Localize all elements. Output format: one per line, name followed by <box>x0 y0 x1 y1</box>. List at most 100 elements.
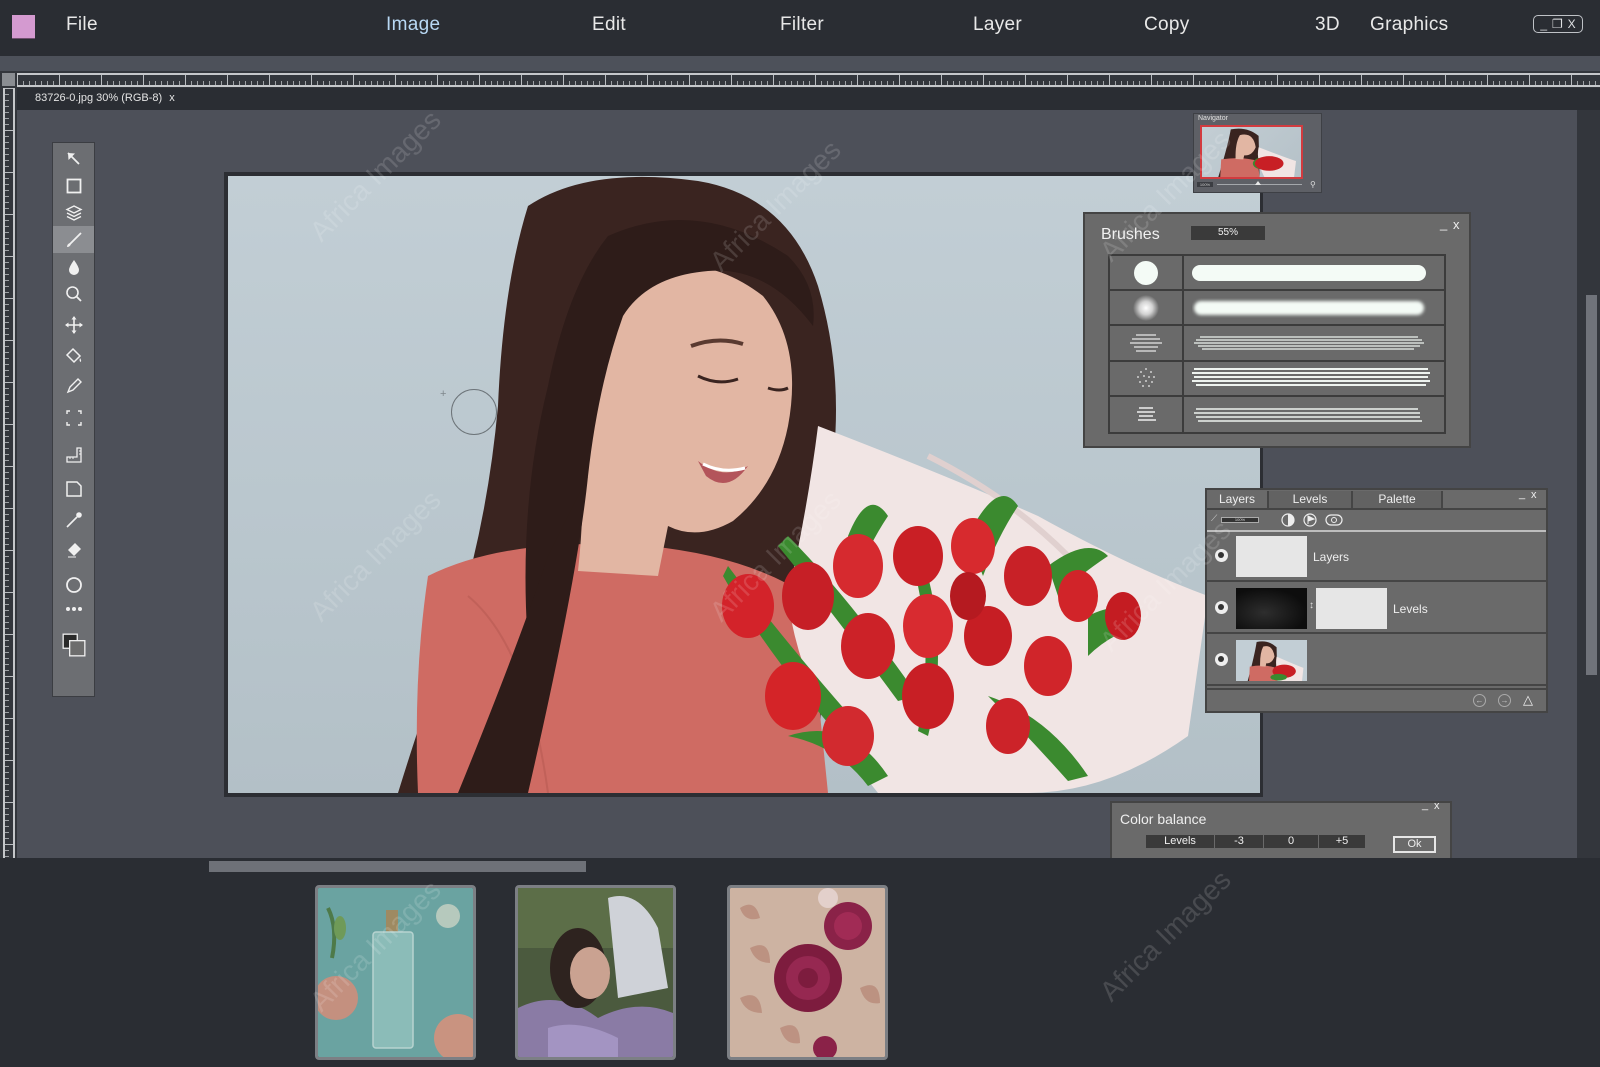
visibility-eye-icon[interactable] <box>1215 601 1228 614</box>
lavender-woman-image <box>518 888 673 1057</box>
tool-paint-bucket[interactable] <box>53 342 94 369</box>
hard-round-tip-icon <box>1134 260 1158 285</box>
arrow-icon <box>66 151 80 165</box>
crosshair-icon: + <box>440 388 447 400</box>
pen-icon <box>66 377 82 393</box>
tool-layers[interactable] <box>53 199 94 226</box>
navigator-title: Navigator <box>1198 115 1228 122</box>
filmstrip-thumbnail-perfume[interactable] <box>315 885 476 1060</box>
tool-move[interactable] <box>53 311 94 338</box>
navigator-zoom-field[interactable]: 100% <box>1197 182 1213 187</box>
tab-palette[interactable]: Palette <box>1353 491 1443 508</box>
minimize-color-balance-button[interactable]: _ <box>1422 799 1428 811</box>
tab-levels[interactable]: Levels <box>1269 491 1353 508</box>
photo-editor-window: File Image Edit Filter Layer Copy 3D Gra… <box>0 0 1600 1067</box>
tab-layers[interactable]: Layers <box>1207 491 1269 508</box>
vertical-scrollbar-thumb[interactable] <box>1586 295 1597 675</box>
previous-layer-icon[interactable]: ← <box>1473 694 1486 707</box>
fx-icon[interactable] <box>1303 513 1317 527</box>
close-document-button[interactable]: x <box>169 92 175 104</box>
drop-icon <box>68 259 79 275</box>
brush-preset-list <box>1108 254 1446 434</box>
tool-eyedropper[interactable] <box>53 506 94 533</box>
tool-colors[interactable] <box>53 629 94 661</box>
brushes-panel: Brushes 55% _ x <box>1083 212 1471 448</box>
tool-rectangle[interactable] <box>53 172 94 199</box>
note-icon <box>65 480 82 497</box>
eraser-icon <box>67 542 81 557</box>
tool-eraser[interactable] <box>53 536 94 563</box>
menu-layer[interactable]: Layer <box>973 14 1022 36</box>
layer-thumbnail <box>1236 640 1307 681</box>
link-layers-icon[interactable] <box>1325 513 1343 527</box>
tool-ellipse[interactable] <box>53 571 94 598</box>
tool-more[interactable] <box>53 595 94 622</box>
layers-panel: Layers Levels Palette _ x ⟋ 100% Layers … <box>1205 488 1548 713</box>
brush-preset-lines[interactable] <box>1110 396 1444 432</box>
layer-row-levels[interactable]: ↕ Levels <box>1207 584 1546 634</box>
menu-3d[interactable]: 3D <box>1315 14 1340 36</box>
menu-copy[interactable]: Copy <box>1144 14 1190 36</box>
minimize-window-button[interactable]: _ <box>1540 18 1547 30</box>
level-value-3[interactable]: +5 <box>1319 835 1365 848</box>
horizontal-scrollbar-thumb[interactable] <box>209 861 586 872</box>
navigator-zoom-knob[interactable] <box>1254 181 1261 185</box>
close-color-balance-button[interactable]: x <box>1434 800 1440 812</box>
tool-blur[interactable] <box>53 253 94 280</box>
layer-name: Layers <box>1313 550 1350 564</box>
layer-row-layers[interactable]: Layers <box>1207 532 1546 582</box>
layer-mask-thumbnail <box>1316 588 1387 629</box>
navigator-thumbnail <box>1218 128 1297 177</box>
visibility-eye-icon[interactable] <box>1215 653 1228 666</box>
brush-preset-soft-round[interactable] <box>1110 291 1444 327</box>
menu-filter[interactable]: Filter <box>780 14 824 36</box>
layers-icon <box>64 204 83 221</box>
minimize-brushes-button[interactable]: _ <box>1440 216 1447 231</box>
layer-opacity-field[interactable]: 100% <box>1221 517 1259 523</box>
tool-move-selection[interactable] <box>53 145 94 172</box>
ruler-origin[interactable] <box>2 73 15 86</box>
tool-ruler[interactable] <box>53 441 94 468</box>
hard-round-stroke <box>1192 264 1426 281</box>
close-window-button[interactable]: X <box>1568 18 1576 30</box>
menu-image[interactable]: Image <box>386 14 440 36</box>
tool-pen[interactable] <box>53 372 94 399</box>
close-layers-button[interactable]: x <box>1531 489 1537 501</box>
next-layer-icon[interactable]: → <box>1498 694 1511 707</box>
level-value-1[interactable]: -3 <box>1215 835 1264 848</box>
brush-preset-streaks[interactable] <box>1110 326 1444 362</box>
filmstrip-thumbnail-paper-roses[interactable] <box>727 885 888 1060</box>
menu-file[interactable]: File <box>66 14 98 36</box>
brush-size-field[interactable]: 55% <box>1191 226 1265 240</box>
layer-row-background[interactable] <box>1207 636 1546 686</box>
lines-tip-icon <box>1137 407 1156 422</box>
brush-preset-hard-round[interactable] <box>1110 256 1444 292</box>
document-tab-bar <box>17 88 1600 110</box>
level-value-2[interactable]: 0 <box>1264 835 1319 848</box>
ok-button[interactable]: Ok <box>1393 836 1436 853</box>
document-tab[interactable]: 83726-0.jpg 30% (RGB-8) x <box>35 92 175 104</box>
tool-zoom[interactable] <box>53 280 94 307</box>
restore-window-button[interactable]: ❐ <box>1552 18 1563 30</box>
visibility-eye-icon[interactable] <box>1215 549 1228 562</box>
menu-edit[interactable]: Edit <box>592 14 626 36</box>
pin-icon[interactable]: ⚲ <box>1310 180 1316 189</box>
menu-graphics[interactable]: Graphics <box>1370 14 1448 36</box>
mask-link-icon[interactable]: ↕ <box>1309 600 1314 611</box>
menu-bar: File Image Edit Filter Layer Copy 3D Gra… <box>0 0 1600 56</box>
filmstrip-thumbnail-lavender-woman[interactable] <box>515 885 676 1060</box>
adjustment-layer-icon[interactable] <box>1281 513 1295 527</box>
navigator-preview[interactable] <box>1200 125 1303 179</box>
tool-marquee[interactable] <box>53 404 94 431</box>
vertical-ruler-ticks <box>3 88 15 858</box>
levels-readout: Levels -3 0 +5 <box>1146 835 1365 848</box>
tool-brush[interactable] <box>53 226 94 253</box>
minimize-layers-button[interactable]: _ <box>1519 488 1525 500</box>
tool-note[interactable] <box>53 475 94 502</box>
warning-triangle-icon[interactable]: △ <box>1523 692 1533 708</box>
streaks-stroke <box>1194 336 1424 350</box>
brush-preset-spatter[interactable] <box>1110 361 1444 397</box>
close-brushes-button[interactable]: x <box>1453 217 1460 232</box>
color-swatch-icon <box>62 633 85 657</box>
streaks-tip-icon <box>1130 334 1162 352</box>
